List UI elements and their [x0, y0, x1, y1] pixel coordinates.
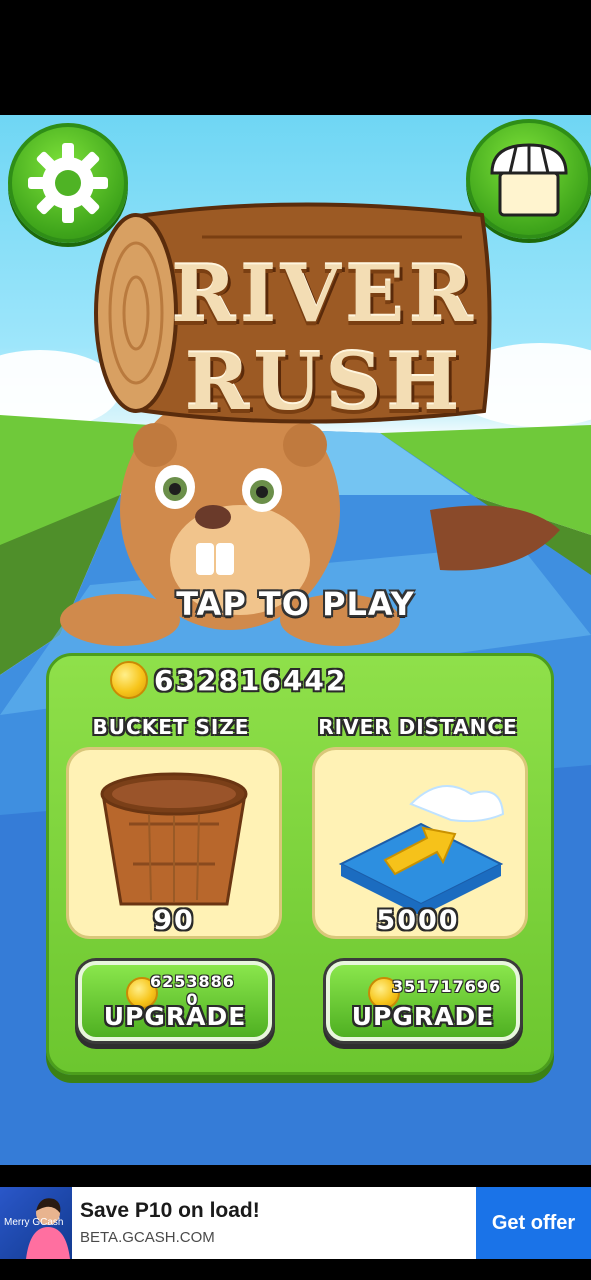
bucket-size-value: 90: [153, 905, 195, 936]
upgrade-bucket-button[interactable]: 6253886 0 UPGRADE: [78, 961, 272, 1041]
upgrade-river-button[interactable]: 351717696 UPGRADE: [326, 961, 520, 1041]
shop-awning-icon: [490, 143, 568, 217]
get-offer-button[interactable]: Get offer: [476, 1187, 591, 1259]
ad-image-text: Merry GCash: [4, 1217, 64, 1228]
game-screen[interactable]: RIVER RUSH TAP TO PLAY 632816442 BUCKET …: [0, 115, 591, 1165]
coin-icon: [110, 661, 148, 699]
tap-to-play-prompt[interactable]: TAP TO PLAY: [0, 585, 591, 623]
ad-title[interactable]: Save P10 on load!: [80, 1199, 260, 1223]
bucket-icon: [100, 772, 248, 906]
bucket-size-title: BUCKET SIZE: [92, 715, 250, 739]
ad-banner[interactable]: Merry GCash Save P10 on load! BETA.GCASH…: [0, 1187, 591, 1259]
coin-balance-value: 632816442: [154, 663, 348, 697]
river-wave-arrow-icon: [338, 785, 505, 914]
river-upgrade-cost: 351717696: [392, 977, 502, 996]
status-bar-area: [0, 0, 591, 115]
nav-bar-area: [0, 1259, 591, 1280]
bucket-upgrade-cost-line1: 6253886: [150, 972, 235, 991]
ad-url[interactable]: BETA.GCASH.COM: [80, 1229, 215, 1246]
game-logo: RIVER RUSH: [92, 197, 496, 428]
upgrade-bucket-label: UPGRADE: [103, 1002, 247, 1031]
river-distance-title: RIVER DISTANCE: [318, 715, 518, 739]
logo-title-line2: RUSH: [184, 337, 464, 428]
upgrade-river-label: UPGRADE: [351, 1002, 495, 1031]
divider: [0, 1165, 591, 1187]
river-distance-value: 5000: [376, 905, 460, 936]
coin-balance: 632816442: [110, 661, 348, 699]
ad-image[interactable]: Merry GCash: [0, 1187, 72, 1259]
logo-title-line1: RIVER: [170, 249, 478, 340]
